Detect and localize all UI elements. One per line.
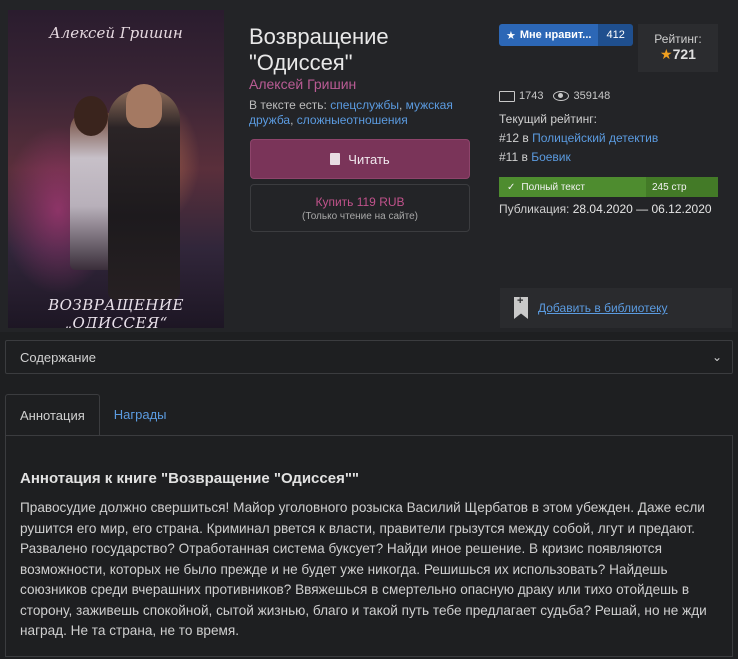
cover-figure-woman-head: [74, 96, 108, 136]
rating-box: Рейтинг: ★721: [638, 24, 718, 72]
add-library-link[interactable]: Добавить в библиотеку: [538, 301, 668, 315]
rating-label: Рейтинг:: [654, 32, 702, 46]
book-title: Возвращение "Одиссея": [249, 24, 389, 75]
publication-label: Публикация:: [499, 202, 570, 216]
add-library-panel: Добавить в библиотеку: [500, 288, 732, 328]
book-icon: [330, 153, 341, 165]
tab-awards[interactable]: Награды: [100, 394, 181, 434]
author-link[interactable]: Алексей Гришин: [249, 76, 356, 92]
book-size-icon: [499, 90, 515, 102]
status-bar: ✓ Полный текст 245 стр: [499, 177, 718, 197]
current-rating: Текущий рейтинг: #12 в Полицейский детек…: [499, 112, 659, 164]
views-count: 359148: [573, 90, 611, 102]
bookmark-add-icon[interactable]: [514, 297, 528, 319]
genre-link[interactable]: Боевик: [531, 150, 571, 164]
cover-author: Алексей Гришин: [49, 24, 183, 42]
stats-row: 1743 359148: [499, 90, 610, 102]
book-cover[interactable]: Алексей Гришин ВОЗВРАЩЕНИЕ „ОДИССЕЯ“: [8, 10, 224, 328]
read-button-label: Читать: [348, 151, 390, 167]
tag-link[interactable]: спецслужбы: [330, 98, 399, 112]
like-button[interactable]: ★ Мне нравит... 412: [499, 24, 633, 46]
star-icon: ★: [660, 46, 673, 62]
read-button[interactable]: Читать: [250, 139, 470, 179]
eye-icon: [553, 91, 570, 102]
status-label: Полный текст: [521, 181, 585, 193]
like-count: 412: [598, 24, 633, 46]
contents-label: Содержание: [20, 349, 96, 365]
chars-count: 1743: [519, 90, 544, 102]
tags-line: В тексте есть: спецслужбы, мужская дружб…: [249, 98, 453, 127]
book-header: Алексей Гришин ВОЗВРАЩЕНИЕ „ОДИССЕЯ“ Воз…: [0, 0, 738, 332]
like-label: Мне нравит...: [519, 29, 592, 41]
cover-title: ВОЗВРАЩЕНИЕ „ОДИССЕЯ“: [48, 296, 184, 328]
buy-button[interactable]: Купить 119 RUB (Только чтение на сайте): [250, 184, 470, 232]
contents-select[interactable]: Содержание ⌄: [5, 340, 733, 374]
tab-annotation[interactable]: Аннотация: [5, 394, 100, 436]
tag-link[interactable]: сложныеотношения: [297, 113, 408, 127]
star-icon: ★: [506, 29, 516, 42]
tabs: Аннотация Награды: [5, 394, 181, 436]
rating-place: #12: [499, 131, 520, 145]
rating-place: #11: [499, 150, 519, 164]
check-icon: ✓: [507, 181, 516, 193]
buy-button-note: (Только чтение на сайте): [302, 211, 418, 222]
publication-dates: 28.04.2020 — 06.12.2020: [572, 202, 712, 216]
pages-count: 245 стр: [646, 177, 718, 197]
tags-prefix: В тексте есть:: [249, 98, 327, 112]
annotation-title: Аннотация к книге "Возвращение "Одиссея"…: [20, 470, 360, 487]
publication: Публикация: 28.04.2020 — 06.12.2020: [499, 202, 712, 216]
cover-figure-man-head: [126, 84, 162, 128]
rating-value: 721: [672, 46, 696, 62]
buy-button-label: Купить 119 RUB: [315, 195, 405, 209]
genre-link[interactable]: Полицейский детектив: [532, 131, 658, 145]
current-rating-label: Текущий рейтинг:: [499, 112, 597, 126]
annotation-text: Правосудие должно свершиться! Майор угол…: [20, 500, 707, 638]
chevron-down-icon: ⌄: [711, 350, 722, 364]
